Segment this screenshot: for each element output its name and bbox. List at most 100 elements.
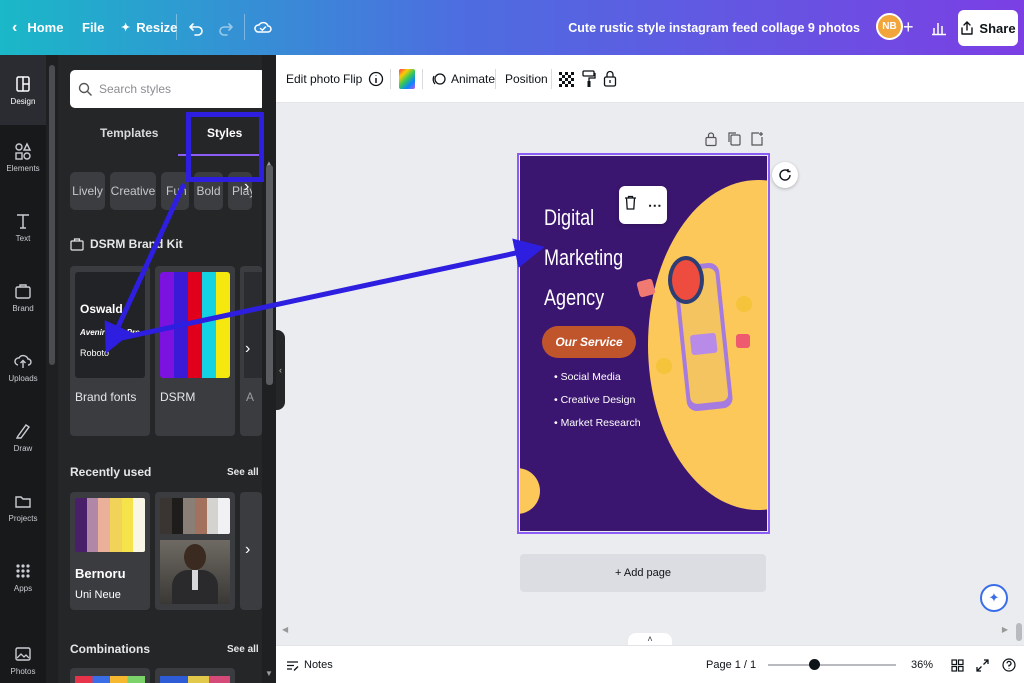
search-input[interactable] bbox=[99, 82, 249, 96]
rotate-button[interactable] bbox=[772, 162, 798, 188]
share-button[interactable]: Share bbox=[958, 10, 1018, 46]
chip-creative[interactable]: Creative bbox=[110, 172, 156, 210]
scroll-down-icon[interactable]: ▼ bbox=[265, 669, 273, 678]
flip-button[interactable]: Flip bbox=[343, 55, 362, 103]
color-swatch bbox=[98, 498, 111, 552]
document-title[interactable]: Cute rustic style instagram feed collage… bbox=[568, 0, 860, 55]
rail-item-elements[interactable]: Elements bbox=[0, 127, 46, 187]
dsrm-palette-card[interactable]: DSRM bbox=[155, 266, 235, 436]
recent-1-font-a: Bernoru bbox=[75, 566, 126, 581]
zoom-level[interactable]: 36% bbox=[911, 646, 933, 683]
text-icon bbox=[17, 213, 29, 229]
insights-button[interactable] bbox=[931, 0, 947, 55]
copy-style-button[interactable] bbox=[582, 55, 596, 103]
redo-button[interactable] bbox=[218, 0, 234, 55]
page-indicator[interactable]: Page 1 / 1 bbox=[706, 646, 756, 683]
rail-label: Draw bbox=[13, 443, 33, 453]
recently-used-title: Recently used bbox=[70, 465, 152, 479]
transparency-icon bbox=[559, 71, 574, 87]
recent-style-card-2[interactable] bbox=[155, 492, 235, 610]
save-status-button[interactable] bbox=[254, 0, 272, 55]
avatar[interactable]: NB bbox=[876, 13, 903, 40]
font-sample-oswald: Oswald bbox=[80, 302, 123, 316]
notes-label: Notes bbox=[304, 659, 333, 671]
transparency-button[interactable] bbox=[559, 55, 574, 103]
font-sample-avenir: Avenir Next Pro bbox=[80, 328, 141, 337]
shapes-icon bbox=[15, 141, 32, 160]
combinations-see-all[interactable]: See all bbox=[227, 644, 259, 655]
grid-view-icon bbox=[951, 658, 964, 672]
brand-fonts-card[interactable]: Oswald Avenir Next Pro Roboto Brand font… bbox=[70, 266, 150, 436]
delete-button[interactable] bbox=[624, 195, 637, 215]
home-button[interactable]: ‹ Home bbox=[12, 0, 63, 55]
vertical-scrollbar[interactable] bbox=[1014, 103, 1024, 643]
chip-lively[interactable]: Lively bbox=[70, 172, 105, 210]
panel-scrollbar-left[interactable] bbox=[46, 55, 58, 683]
recently-used-see-all[interactable]: See all bbox=[227, 467, 259, 478]
file-menu-button[interactable]: File bbox=[82, 0, 104, 55]
fullscreen-button[interactable] bbox=[976, 646, 989, 683]
rail-item-uploads[interactable]: Uploads bbox=[0, 337, 46, 397]
edit-photo-button[interactable]: Edit photo bbox=[286, 55, 340, 103]
animate-button[interactable]: Animate bbox=[431, 55, 495, 103]
magic-assistant-button[interactable]: ✦ bbox=[980, 584, 1008, 612]
color-swatch bbox=[174, 272, 188, 378]
rail-item-photos[interactable]: Photos bbox=[0, 627, 46, 683]
info-button[interactable] bbox=[368, 55, 384, 103]
rail-item-apps[interactable]: Apps bbox=[0, 547, 46, 607]
scrollbar-thumb[interactable] bbox=[1016, 623, 1022, 641]
brand-kit-title: DSRM Brand Kit bbox=[90, 237, 183, 251]
color-swatch bbox=[160, 272, 174, 378]
add-page-icon[interactable] bbox=[750, 131, 764, 152]
cloud-check-icon bbox=[254, 21, 272, 33]
combination-card-2[interactable] bbox=[155, 668, 235, 683]
zoom-slider[interactable] bbox=[768, 659, 896, 670]
file-label: File bbox=[82, 20, 105, 35]
grid-view-button[interactable] bbox=[951, 646, 964, 683]
scrollbar-thumb[interactable] bbox=[49, 65, 55, 365]
scroll-left-icon[interactable]: ◀ bbox=[282, 625, 288, 634]
expand-pages-handle[interactable]: ˄ bbox=[628, 633, 672, 645]
color-button[interactable] bbox=[399, 55, 415, 103]
zoom-slider-thumb[interactable] bbox=[809, 659, 821, 670]
next-arrow-icon[interactable]: › bbox=[245, 541, 250, 559]
resize-button[interactable]: ✦ Resize bbox=[121, 0, 177, 55]
folder-icon bbox=[15, 495, 31, 508]
search-box[interactable] bbox=[70, 70, 266, 108]
rail-item-text[interactable]: Text bbox=[0, 197, 46, 257]
rail-item-design[interactable]: Design bbox=[0, 55, 46, 125]
notes-button[interactable]: Notes bbox=[286, 646, 333, 683]
next-arrow-icon[interactable]: › bbox=[245, 340, 250, 358]
page-lock-icon[interactable] bbox=[704, 131, 718, 152]
color-swatch-icon bbox=[399, 69, 415, 89]
brand-kit-heading: DSRM Brand Kit bbox=[70, 237, 183, 251]
add-collaborator-button[interactable]: + bbox=[903, 0, 914, 55]
color-swatch bbox=[121, 498, 134, 552]
lock-button[interactable] bbox=[603, 55, 617, 103]
recent-style-card-partial[interactable] bbox=[240, 492, 262, 610]
scroll-right-icon[interactable]: ▶ bbox=[1002, 625, 1008, 634]
panel-scrollbar[interactable]: ▲ ▼ bbox=[262, 55, 276, 683]
chip-fun[interactable]: Fun bbox=[161, 172, 189, 210]
collapse-panel-handle[interactable]: ‹ bbox=[276, 330, 285, 410]
undo-button[interactable] bbox=[188, 0, 204, 55]
style-card-partial[interactable]: A bbox=[240, 266, 262, 436]
more-options-button[interactable]: ⋯ bbox=[648, 197, 662, 214]
undo-icon bbox=[189, 22, 203, 36]
search-icon bbox=[78, 82, 92, 96]
rail-item-draw[interactable]: Draw bbox=[0, 407, 46, 467]
portrait-photo bbox=[160, 540, 230, 604]
position-label: Position bbox=[505, 72, 548, 86]
trash-icon bbox=[625, 195, 637, 210]
pen-icon bbox=[15, 423, 30, 439]
help-button[interactable] bbox=[1002, 646, 1016, 683]
combination-card-1[interactable] bbox=[70, 668, 150, 683]
add-page-button[interactable]: + Add page bbox=[520, 554, 766, 592]
scrollbar-thumb[interactable] bbox=[266, 165, 273, 385]
rail-item-brand[interactable]: Brand bbox=[0, 267, 46, 327]
duplicate-page-icon[interactable] bbox=[727, 131, 741, 152]
rail-item-projects[interactable]: Projects bbox=[0, 477, 46, 537]
recent-style-card-1[interactable]: Bernoru Uni Neue bbox=[70, 492, 150, 610]
position-button[interactable]: Position bbox=[505, 55, 548, 103]
tab-templates[interactable]: Templates bbox=[100, 126, 158, 148]
